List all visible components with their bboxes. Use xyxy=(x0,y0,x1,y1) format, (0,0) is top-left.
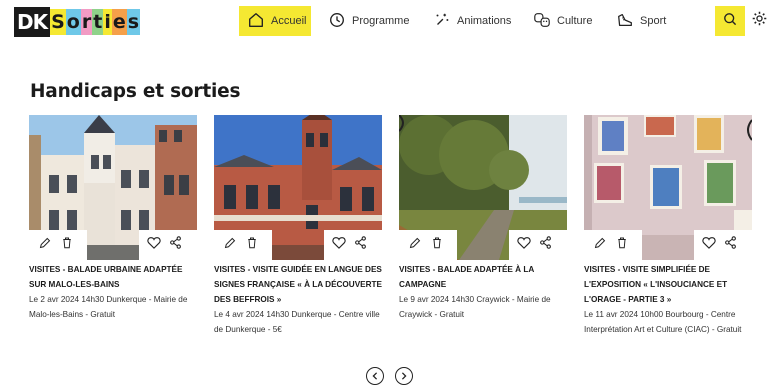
event-info: Le 2 avr 2024 14h30 Dunkerque - Mairie d… xyxy=(29,295,188,319)
admin-tools xyxy=(214,230,272,260)
card-meta: VISITES - BALADE ADAPTÉE À LA CAMPAGNE L… xyxy=(399,262,567,322)
event-title[interactable]: VISITES - BALADE ADAPTÉE À LA CAMPAGNE xyxy=(399,262,567,292)
trash-icon[interactable] xyxy=(246,236,258,254)
logo-dk: DK xyxy=(14,7,51,37)
nav-label: Accueil xyxy=(271,15,307,27)
shoe-icon xyxy=(616,11,634,32)
share-icon[interactable] xyxy=(169,236,182,254)
share-tools xyxy=(324,230,382,260)
search-button[interactable] xyxy=(715,6,745,36)
chevron-left-icon xyxy=(371,367,379,385)
nav-label: Sport xyxy=(640,15,667,27)
card-meta: VISITES - VISITE GUIDÉE EN LANGUE DES SI… xyxy=(214,262,382,337)
share-icon[interactable] xyxy=(724,236,737,254)
nav-label: Animations xyxy=(457,15,512,27)
logo-letter: i xyxy=(103,9,112,35)
masks-icon xyxy=(533,11,551,32)
nav-item-culture[interactable]: Culture xyxy=(533,6,592,36)
logo-sorties: S o r t i e s xyxy=(50,7,141,37)
nav-item-sport[interactable]: Sport xyxy=(616,6,666,36)
card-actions xyxy=(214,230,382,260)
site-logo[interactable]: DK S o r t i e s xyxy=(14,7,141,37)
gear-icon xyxy=(751,10,767,32)
section-title: Handicaps et sorties xyxy=(30,81,241,102)
share-tools xyxy=(139,230,197,260)
edit-icon[interactable] xyxy=(224,236,236,254)
card-actions xyxy=(29,230,197,260)
event-title[interactable]: VISITES - BALADE URBAINE ADAPTÉE SUR MAL… xyxy=(29,262,197,292)
admin-tools xyxy=(29,230,87,260)
clock-icon xyxy=(328,11,346,32)
carousel-next-button[interactable] xyxy=(395,367,413,385)
admin-tools xyxy=(399,230,457,260)
settings-button[interactable] xyxy=(750,11,767,31)
chevron-right-icon xyxy=(400,367,408,385)
trash-icon[interactable] xyxy=(61,236,73,254)
nav-label: Programme xyxy=(352,15,410,27)
edit-icon[interactable] xyxy=(594,236,606,254)
heart-icon[interactable] xyxy=(332,236,346,254)
event-info: Le 11 avr 2024 10h00 Bourbourg - Centre … xyxy=(584,310,742,334)
nav-label: Culture xyxy=(557,15,593,27)
edit-icon[interactable] xyxy=(39,236,51,254)
card-actions xyxy=(584,230,752,260)
logo-letter: e xyxy=(111,9,127,35)
edit-icon[interactable] xyxy=(409,236,421,254)
share-tools xyxy=(694,230,752,260)
event-info: Le 4 avr 2024 14h30 Dunkerque - Centre v… xyxy=(214,310,380,334)
event-title[interactable]: VISITES - VISITE GUIDÉE EN LANGUE DES SI… xyxy=(214,262,382,307)
heart-icon[interactable] xyxy=(702,236,716,254)
nav-item-accueil[interactable]: Accueil xyxy=(239,6,311,36)
event-title[interactable]: VISITES - VISITE SIMPLIFIÉE DE L'EXPOSIT… xyxy=(584,262,752,307)
heart-icon[interactable] xyxy=(147,236,161,254)
sparkle-icon xyxy=(433,11,451,32)
search-icon xyxy=(722,11,738,32)
nav-item-programme[interactable]: Programme xyxy=(328,6,409,36)
logo-letter: o xyxy=(65,9,81,35)
card-meta: VISITES - BALADE URBAINE ADAPTÉE SUR MAL… xyxy=(29,262,197,322)
admin-tools xyxy=(584,230,642,260)
site-header: DK S o r t i e s Accueil Programme Anima… xyxy=(0,0,767,46)
carousel-prev-button[interactable] xyxy=(366,367,384,385)
card-actions xyxy=(399,230,567,260)
logo-letter: t xyxy=(92,9,104,35)
event-info: Le 9 avr 2024 14h30 Craywick - Mairie de… xyxy=(399,295,551,319)
heart-icon[interactable] xyxy=(517,236,531,254)
share-tools xyxy=(509,230,567,260)
card-meta: VISITES - VISITE SIMPLIFIÉE DE L'EXPOSIT… xyxy=(584,262,752,337)
logo-letter: r xyxy=(80,9,93,35)
home-icon xyxy=(247,11,265,32)
share-icon[interactable] xyxy=(539,236,552,254)
nav-item-animations[interactable]: Animations xyxy=(433,6,511,36)
share-icon[interactable] xyxy=(354,236,367,254)
logo-letter: s xyxy=(126,9,141,35)
logo-letter: S xyxy=(50,9,66,35)
trash-icon[interactable] xyxy=(431,236,443,254)
trash-icon[interactable] xyxy=(616,236,628,254)
